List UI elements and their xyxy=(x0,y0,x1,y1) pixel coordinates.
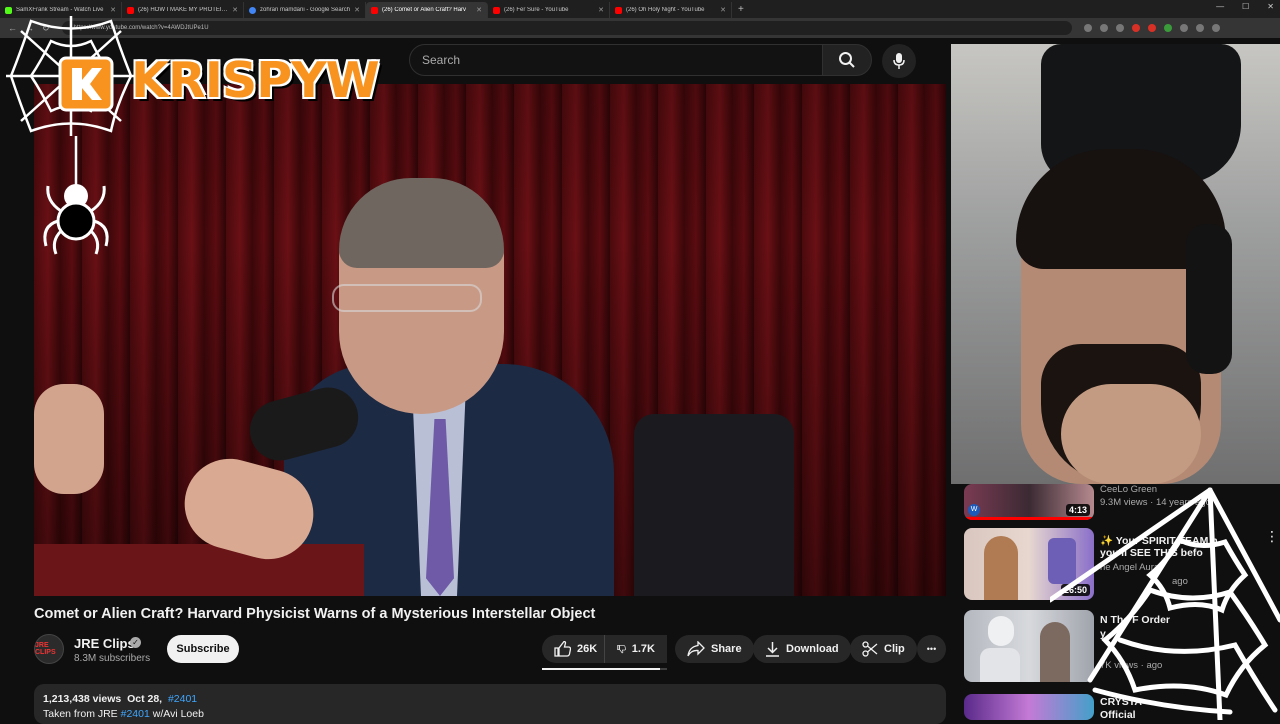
thumbs-down-icon xyxy=(617,645,626,654)
description-box[interactable]: 1,213,438 views Oct 28, #2401 Taken from… xyxy=(34,684,946,724)
close-tab-icon[interactable]: ✕ xyxy=(110,6,116,14)
kick-icon xyxy=(5,6,12,14)
new-tab-button[interactable]: + xyxy=(738,4,744,15)
browser-tab[interactable]: (26) Fer Sure - YouTube ✕ xyxy=(488,2,610,18)
w-icon: W xyxy=(968,504,980,516)
thumbs-up-icon xyxy=(554,641,571,657)
tab-title: (26) Comet or Alien Craft? Harv xyxy=(382,7,467,13)
robot-head-icon xyxy=(988,616,1014,646)
youtube-icon xyxy=(615,6,622,14)
youtube-icon xyxy=(127,6,134,14)
close-tab-icon[interactable]: ✕ xyxy=(232,6,238,14)
description-text: w/Avi Loeb xyxy=(152,708,204,720)
stream-overlay-logo: KRISPYW xyxy=(6,16,380,255)
extension-icon[interactable] xyxy=(1099,24,1108,32)
search-icon xyxy=(839,52,855,68)
microphone-icon xyxy=(893,53,905,69)
share-icon xyxy=(687,641,705,657)
dislike-count: 1.7K xyxy=(631,643,655,655)
spider-web-icon xyxy=(6,16,136,255)
video-title: Comet or Alien Craft? Harvard Physicist … xyxy=(34,606,596,622)
streamer-logo-text: KRISPYW xyxy=(131,52,380,109)
minimize-button[interactable]: — xyxy=(1216,2,1224,11)
extension-icons xyxy=(1083,24,1220,32)
episode-link[interactable]: #2401 xyxy=(121,708,150,720)
download-label: Download xyxy=(786,643,839,655)
subscriber-count: 8.3M subscribers xyxy=(74,653,151,664)
extension-icon[interactable] xyxy=(1131,24,1140,32)
scissors-icon xyxy=(862,641,878,657)
clip-label: Clip xyxy=(884,643,905,655)
k-badge-icon xyxy=(58,56,114,112)
window-controls: — ☐ ✕ xyxy=(1216,2,1274,11)
google-icon xyxy=(249,6,256,14)
extension-icon[interactable] xyxy=(1115,24,1124,32)
description-text: Taken from JRE xyxy=(43,708,118,720)
subscribe-button[interactable]: Subscribe xyxy=(167,635,239,663)
tab-title: (26) Oh Holy Night - YouTube xyxy=(626,7,705,13)
share-button[interactable]: Share xyxy=(675,635,754,663)
channel-avatar[interactable]: JRE CLIPS xyxy=(34,634,64,664)
dislike-button[interactable]: 1.7K xyxy=(604,635,667,663)
like-ratio-bar xyxy=(542,668,667,670)
video-chair xyxy=(634,414,794,596)
tab-title: (26) Fer Sure - YouTube xyxy=(504,7,569,13)
download-icon xyxy=(766,642,779,657)
tab-title: (26) HOW I MAKE MY PROTEIN P xyxy=(138,7,229,13)
headset xyxy=(1186,224,1232,374)
extension-icon[interactable] xyxy=(1163,24,1172,32)
extension-icon[interactable] xyxy=(1147,24,1156,32)
more-actions-button[interactable]: ••• xyxy=(917,635,946,663)
download-button[interactable]: Download xyxy=(753,635,851,663)
verified-icon: ✓ xyxy=(130,637,141,648)
clip-button[interactable]: Clip xyxy=(850,635,917,663)
youtube-icon xyxy=(493,6,500,14)
like-count: 26K xyxy=(577,643,598,655)
search-button[interactable] xyxy=(822,44,872,76)
maximize-button[interactable]: ☐ xyxy=(1242,2,1249,11)
extension-icon[interactable] xyxy=(1083,24,1092,32)
close-window-button[interactable]: ✕ xyxy=(1267,2,1274,11)
close-tab-icon[interactable]: ✕ xyxy=(720,6,726,14)
hashtag-link[interactable]: #2401 xyxy=(168,693,197,705)
close-tab-icon[interactable]: ✕ xyxy=(476,6,482,14)
browser-tab[interactable]: (26) Oh Holy Night - YouTube ✕ xyxy=(610,2,732,18)
extension-icon[interactable] xyxy=(1195,24,1204,32)
view-count: 1,213,438 views xyxy=(43,693,122,705)
share-label: Share xyxy=(711,643,742,655)
voice-search-button[interactable] xyxy=(882,44,916,78)
tab-title: zohran mamdani - Google Search xyxy=(260,7,351,13)
streamer-webcam xyxy=(951,44,1280,484)
upload-date: Oct 28, xyxy=(127,693,163,705)
profile-avatar[interactable] xyxy=(1211,24,1220,32)
youtube-icon xyxy=(371,6,378,14)
extension-icon[interactable] xyxy=(1179,24,1188,32)
close-tab-icon[interactable]: ✕ xyxy=(354,6,360,14)
channel-name[interactable]: JRE Clips xyxy=(74,636,135,651)
search-input[interactable]: Search xyxy=(409,44,823,76)
browser-tab-active[interactable]: (26) Comet or Alien Craft? Harv ✕ xyxy=(366,2,488,18)
tab-title: SamXFrank Stream - Watch Live xyxy=(16,7,104,13)
close-tab-icon[interactable]: ✕ xyxy=(598,6,604,14)
spider-web-overlay-icon xyxy=(1050,487,1280,720)
